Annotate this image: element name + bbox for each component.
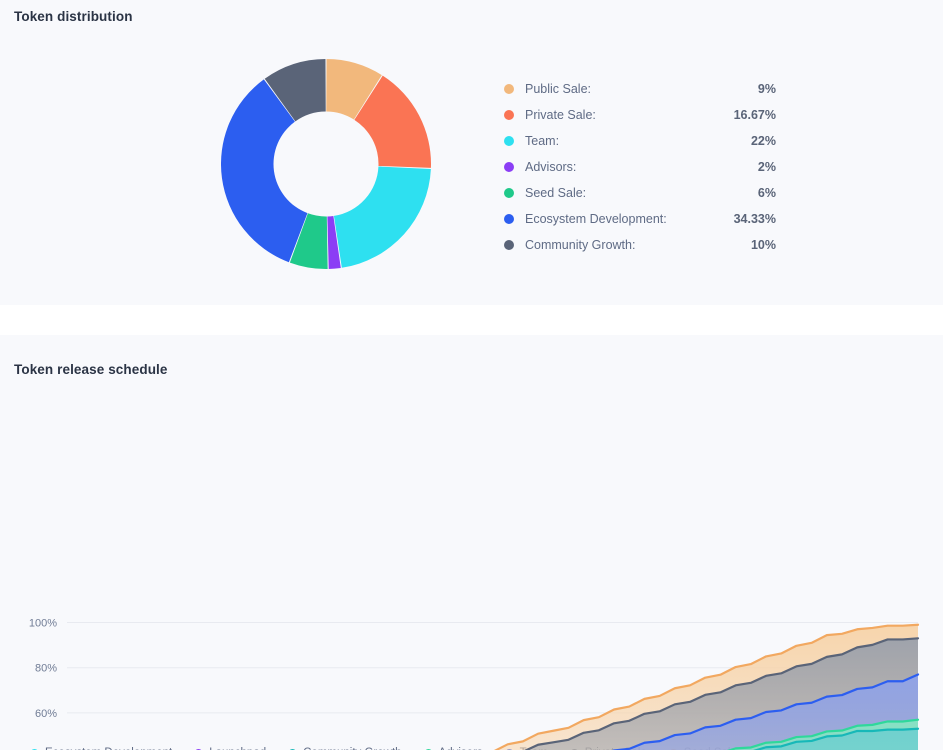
area-band: [496, 624, 918, 750]
y-axis-tick-label: 80%: [35, 663, 57, 675]
legend-item-value: 34.33%: [733, 212, 776, 226]
legend-item-label: Advisors:: [525, 160, 577, 174]
legend-item-label: Private Sale:: [525, 108, 596, 122]
legend-color-dot-icon: [504, 240, 514, 250]
legend-color-dot-icon: [504, 214, 514, 224]
legend-item[interactable]: Team: 22%: [504, 128, 776, 154]
area-band: [526, 638, 918, 750]
legend-color-dot-icon: [504, 162, 514, 172]
y-axis-tick-label: 60%: [35, 708, 57, 720]
legend-color-dot-icon: [504, 84, 514, 94]
legend-item-value: 2%: [757, 160, 776, 174]
legend-item-label: Public Sale:: [525, 82, 592, 96]
legend-item[interactable]: Community Growth: 10%: [504, 232, 776, 258]
section-title: Token release schedule: [14, 362, 168, 377]
legend-item-value: 22%: [750, 134, 776, 148]
donut-chart-svg: [221, 59, 431, 269]
area-line: [726, 718, 920, 750]
area-band: [730, 719, 918, 750]
token-distribution-card: Token distribution Public Sale: 9% Private…: [0, 0, 943, 305]
legend-item-value: 6%: [757, 186, 776, 200]
legend-item[interactable]: Ecosystem Development: 34.33%: [504, 206, 776, 232]
legend-color-dot-icon: [504, 136, 514, 146]
token-release-schedule-card: Token release schedule Ecosystem Develop…: [0, 335, 943, 750]
area-chart-svg: 0%20%40%60%80%100%Jun 2019Feb 2020Oct 20…: [29, 618, 920, 750]
legend-item[interactable]: Public Sale: 9%: [504, 76, 776, 102]
donut-chart[interactable]: [221, 59, 431, 269]
legend-item-label: Community Growth:: [525, 238, 636, 252]
legend-item[interactable]: Seed Sale: 6%: [504, 180, 776, 206]
legend-item-value: 10%: [750, 238, 776, 252]
legend-color-dot-icon: [504, 110, 514, 120]
legend-item-value: 9%: [757, 82, 776, 96]
donut-slice[interactable]: [333, 166, 431, 268]
legend-color-dot-icon: [504, 188, 514, 198]
legend-item[interactable]: Private Sale: 16.67%: [504, 102, 776, 128]
area-band: [618, 674, 918, 750]
area-line: [524, 637, 920, 750]
legend-item-label: Team:: [525, 134, 560, 148]
page-title: Token distribution: [14, 9, 133, 24]
legend-item-value: 16.67%: [733, 108, 776, 122]
area-line: [494, 623, 920, 750]
legend-item[interactable]: Advisors: 2%: [504, 154, 776, 180]
legend-item-label: Ecosystem Development:: [525, 212, 667, 226]
donut-legend: Public Sale: 9% Private Sale: 16.67% Team: 22…: [504, 76, 776, 258]
area-line: [612, 673, 920, 750]
y-axis-tick-label: 100%: [29, 618, 57, 630]
legend-item-label: Seed Sale:: [525, 186, 587, 200]
